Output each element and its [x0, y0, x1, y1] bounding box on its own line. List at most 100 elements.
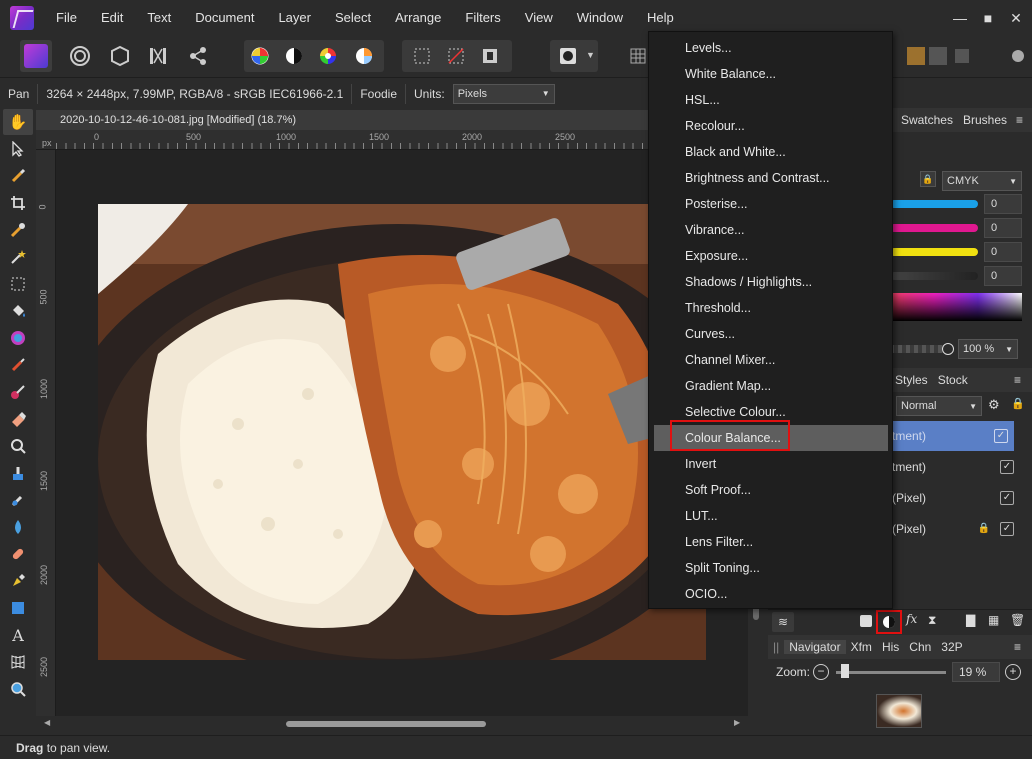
- close-icon[interactable]: ✕: [1006, 8, 1026, 28]
- tab-swatches[interactable]: Swatches: [896, 113, 958, 127]
- black-slider[interactable]: [890, 272, 978, 280]
- cyan-value[interactable]: 0: [984, 194, 1022, 214]
- develop-persona-icon[interactable]: [104, 40, 136, 72]
- gradient-tool-icon[interactable]: [3, 325, 33, 351]
- layer-row[interactable]: (Pixel) 🔒 ✓: [890, 514, 1020, 544]
- menu-item-split-toning[interactable]: Split Toning...: [649, 555, 892, 581]
- zoom-out-icon[interactable]: −: [813, 664, 829, 680]
- panel-menu-icon[interactable]: ≡: [1011, 113, 1028, 127]
- tab-styles[interactable]: Styles: [890, 373, 933, 387]
- menu-item-posterise[interactable]: Posterise...: [649, 191, 892, 217]
- magenta-slider[interactable]: [890, 224, 978, 232]
- menu-item-hsl[interactable]: HSL...: [649, 87, 892, 113]
- zoom-in-icon[interactable]: +: [1005, 664, 1021, 680]
- add-layer-icon[interactable]: ▦: [988, 613, 999, 627]
- menu-item-exposure[interactable]: Exposure...: [649, 243, 892, 269]
- lock-icon[interactable]: 🔒: [1011, 397, 1025, 410]
- colour-model-select[interactable]: CMYK ▼: [942, 171, 1022, 191]
- blend-mode-select[interactable]: Normal ▼: [896, 396, 982, 416]
- arrange-icon[interactable]: [946, 40, 978, 72]
- tab-transform[interactable]: Xfm: [846, 640, 877, 654]
- deselect-icon[interactable]: [440, 40, 472, 72]
- mesh-warp-tool-icon[interactable]: [3, 649, 33, 675]
- menu-item-curves[interactable]: Curves...: [649, 321, 892, 347]
- zoom-tool-icon[interactable]: [3, 676, 33, 702]
- yellow-slider[interactable]: [890, 248, 978, 256]
- menu-document[interactable]: Document: [183, 0, 266, 36]
- gear-icon[interactable]: ⚙: [988, 397, 1000, 413]
- menu-item-ocio[interactable]: OCIO...: [649, 581, 892, 607]
- panel-menu-icon[interactable]: ≡: [1009, 640, 1026, 654]
- panel-menu-icon[interactable]: ≡: [1009, 373, 1026, 387]
- layer-visibility-checkbox[interactable]: ✓: [1000, 522, 1014, 536]
- text-tool-icon[interactable]: A: [3, 622, 33, 648]
- tab-channels[interactable]: Chn: [904, 640, 936, 654]
- zoom-value-field[interactable]: 19 %: [952, 662, 1000, 682]
- export-persona-icon[interactable]: [182, 40, 214, 72]
- menu-window[interactable]: Window: [565, 0, 635, 36]
- clone-tool-icon[interactable]: [3, 460, 33, 486]
- color-replacement-tool-icon[interactable]: [3, 379, 33, 405]
- tone-mapping-persona-icon[interactable]: [142, 40, 174, 72]
- cyan-slider[interactable]: [890, 200, 978, 208]
- menu-item-white-balance[interactable]: White Balance...: [649, 61, 892, 87]
- menu-item-lut[interactable]: LUT...: [649, 503, 892, 529]
- menu-item-shadows-highlights[interactable]: Shadows / Highlights...: [649, 269, 892, 295]
- scroll-right-icon[interactable]: ▶: [734, 718, 740, 727]
- zoom-tool-icon-alt[interactable]: [3, 433, 33, 459]
- scrollbar-thumb[interactable]: [286, 721, 486, 727]
- colour-spectrum[interactable]: [890, 293, 1022, 321]
- menu-item-vibrance[interactable]: Vibrance...: [649, 217, 892, 243]
- layer-row[interactable]: tment) ✓: [890, 452, 1020, 482]
- folder-icon[interactable]: ▇: [966, 613, 975, 627]
- trash-icon[interactable]: 🗑: [1010, 613, 1025, 627]
- units-select[interactable]: Pixels ▼: [452, 84, 555, 104]
- yellow-value[interactable]: 0: [984, 242, 1022, 262]
- lock-icon[interactable]: 🔒: [920, 171, 936, 187]
- white-balance-icon[interactable]: [348, 40, 380, 72]
- black-white-icon[interactable]: [278, 40, 310, 72]
- tab-brushes[interactable]: Brushes: [958, 113, 1012, 127]
- menu-item-gradient-map[interactable]: Gradient Map...: [649, 373, 892, 399]
- layer-visibility-checkbox[interactable]: ✓: [1000, 460, 1014, 474]
- color-picker-tool-icon[interactable]: [3, 163, 33, 189]
- hsl-icon[interactable]: [312, 40, 344, 72]
- zoom-slider-handle[interactable]: [841, 664, 849, 678]
- maximize-icon[interactable]: ■: [978, 8, 998, 28]
- menu-item-soft-proof[interactable]: Soft Proof...: [649, 477, 892, 503]
- hand-tool-icon[interactable]: ✋: [3, 109, 33, 135]
- fx-icon[interactable]: fx: [906, 612, 917, 626]
- black-value[interactable]: 0: [984, 266, 1022, 286]
- healing-brush-tool-icon[interactable]: [3, 487, 33, 513]
- menu-item-threshold[interactable]: Threshold...: [649, 295, 892, 321]
- opacity-handle[interactable]: [942, 343, 954, 355]
- move-tool-icon[interactable]: [3, 136, 33, 162]
- menu-edit[interactable]: Edit: [89, 0, 135, 36]
- menu-item-brightness-and-contrast[interactable]: Brightness and Contrast...: [649, 165, 892, 191]
- tab-navigator[interactable]: Navigator: [784, 640, 846, 654]
- document-tab[interactable]: 2020-10-10-12-46-10-081.jpg [Modified] (…: [36, 110, 748, 130]
- mask-layer-icon[interactable]: [860, 615, 872, 627]
- affinity-photo-logo-icon[interactable]: [10, 6, 34, 30]
- menu-file[interactable]: File: [44, 0, 89, 36]
- opacity-slider[interactable]: [890, 345, 948, 353]
- menu-item-levels[interactable]: Levels...: [649, 35, 892, 61]
- vertical-ruler[interactable]: 0 500 1000 1500 2000 2500: [36, 150, 56, 716]
- navigator-thumbnail[interactable]: [876, 694, 922, 728]
- flood-select-tool-icon[interactable]: [3, 244, 33, 270]
- quick-mask-icon[interactable]: [552, 40, 584, 72]
- lock-icon[interactable]: 🔒: [978, 514, 990, 544]
- horizontal-ruler[interactable]: px 0 500 1000 1500 2000 2500: [36, 130, 748, 150]
- magenta-value[interactable]: 0: [984, 218, 1022, 238]
- menu-view[interactable]: View: [513, 0, 565, 36]
- marquee-tool-icon[interactable]: [3, 271, 33, 297]
- hourglass-icon[interactable]: ⧗: [928, 613, 936, 628]
- tab-stock[interactable]: Stock: [933, 373, 973, 387]
- menu-item-invert[interactable]: Invert: [649, 451, 892, 477]
- drag-handle-icon[interactable]: ||: [768, 640, 784, 654]
- flood-fill-tool-icon[interactable]: [3, 298, 33, 324]
- selection-brush-tool-icon[interactable]: [3, 217, 33, 243]
- opacity-select[interactable]: 100 % ▼: [958, 339, 1018, 359]
- levels-icon[interactable]: [244, 40, 276, 72]
- marquee-select-icon[interactable]: [406, 40, 438, 72]
